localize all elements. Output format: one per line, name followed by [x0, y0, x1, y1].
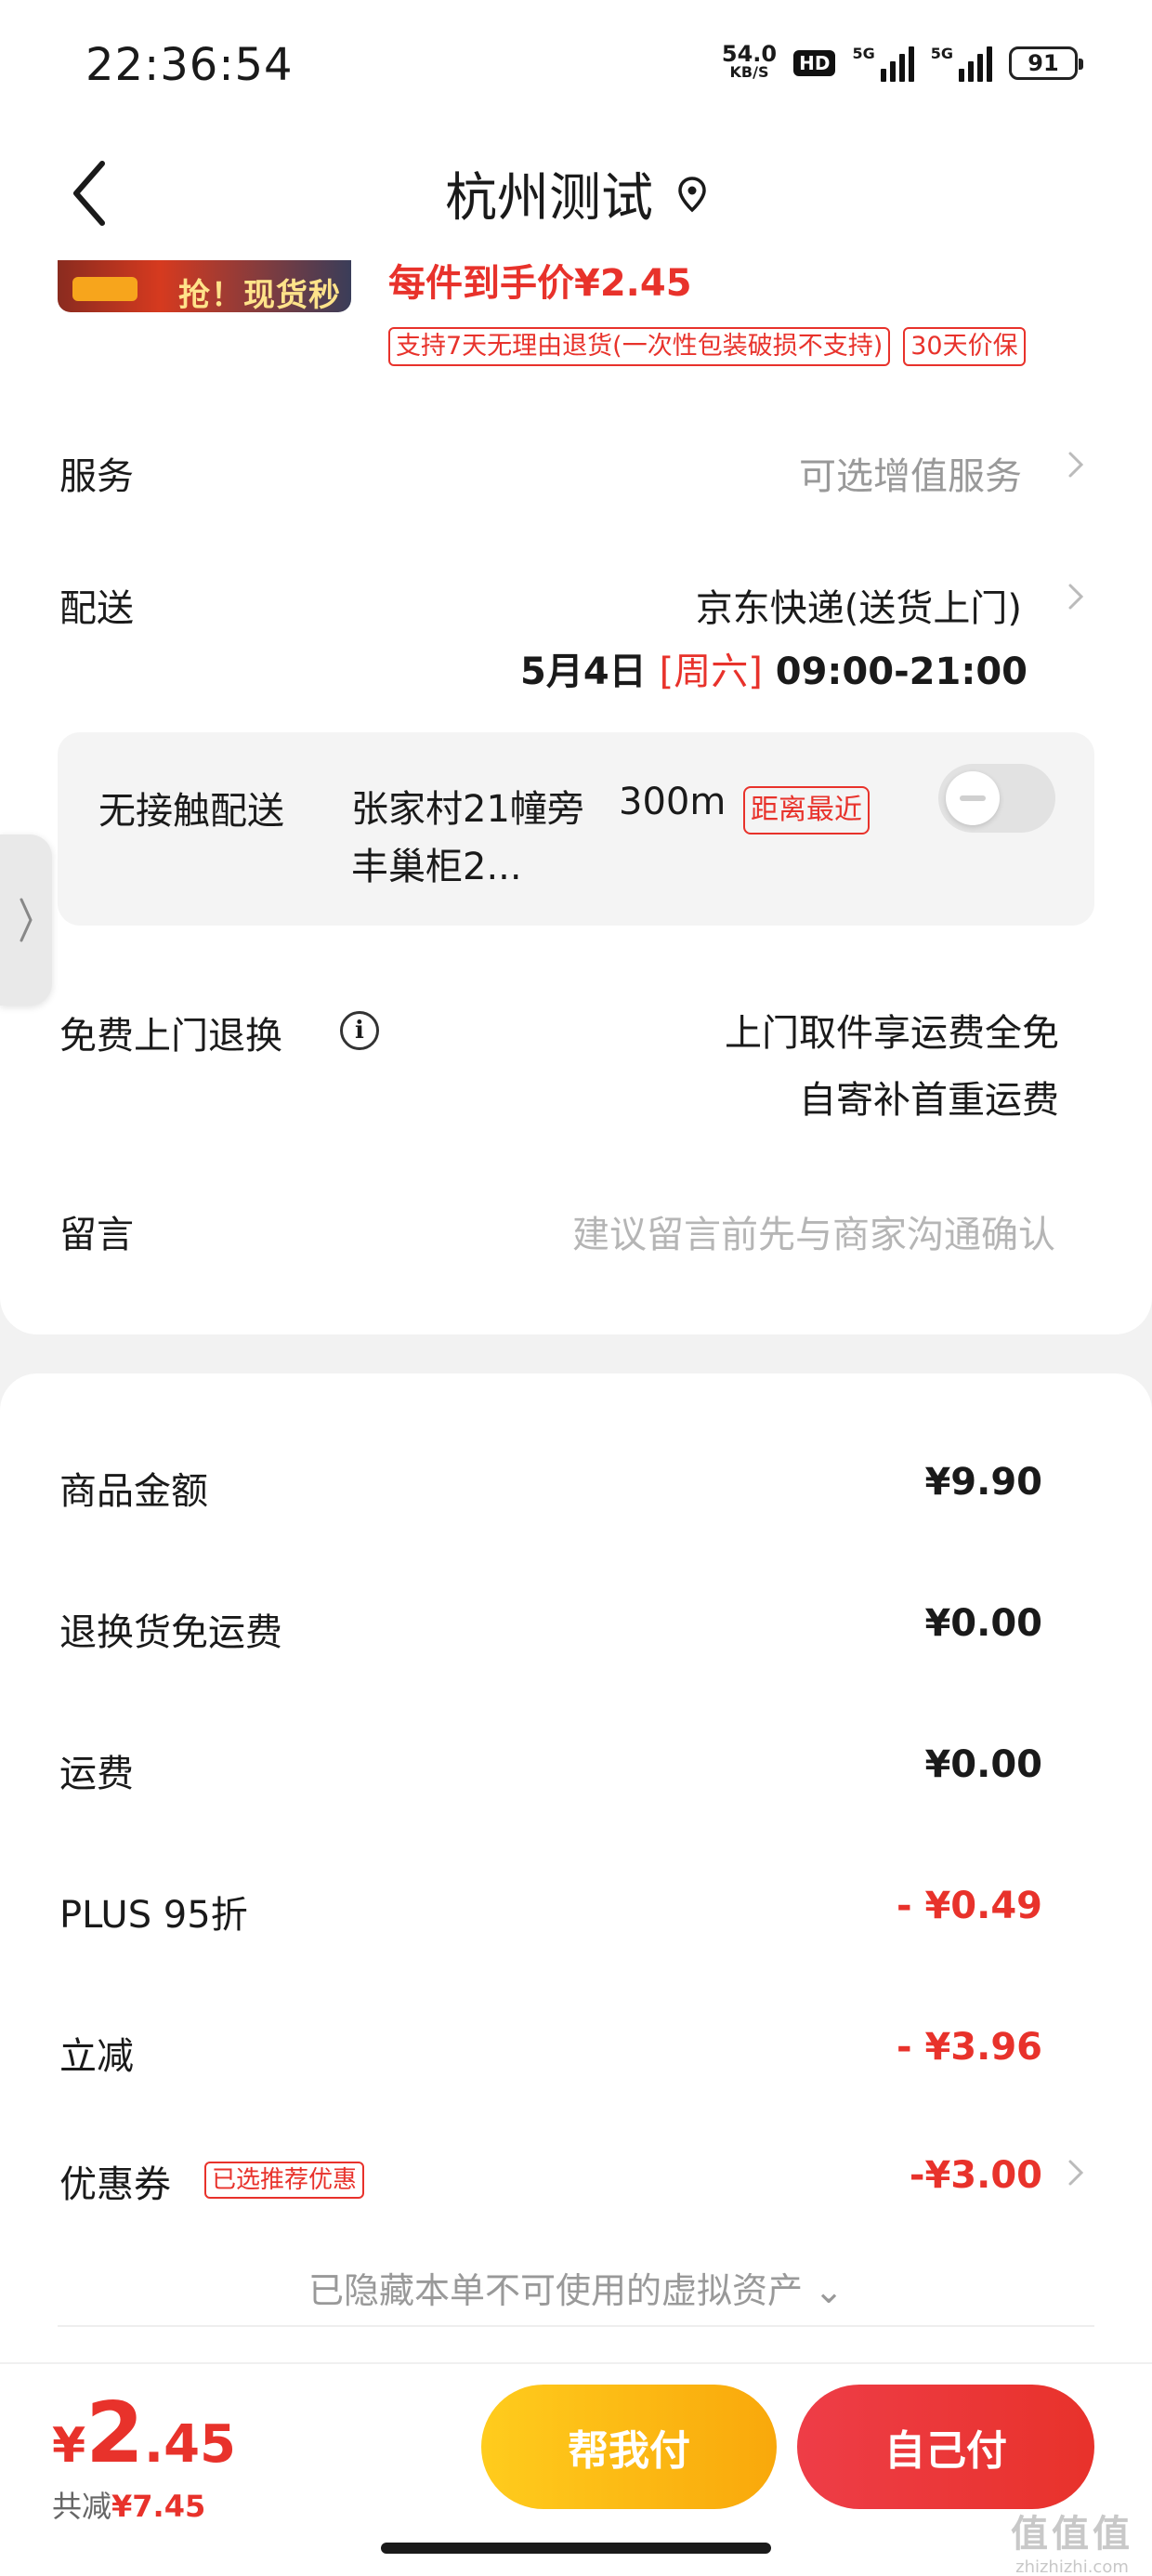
signal-label-2: 5G	[930, 45, 953, 62]
contactless-toggle[interactable]	[938, 764, 1055, 833]
watermark-logo: 值值值	[1011, 2513, 1133, 2556]
cost-row-return-shipping: 退换货免运费 ¥0.00	[0, 1602, 1152, 1658]
plus-discount-value: - ¥0.49	[896, 1885, 1042, 1927]
message-input[interactable]: 建议留言前先与商家沟通确认	[572, 1204, 1055, 1258]
cost-row-instant: 立减 - ¥3.96	[0, 2026, 1152, 2082]
service-value[interactable]: 可选增值服务	[799, 446, 1022, 500]
location-pin-icon[interactable]	[677, 176, 707, 213]
coupon-label: 优惠券	[59, 2163, 171, 2206]
return-shipping-value: ¥0.00	[924, 1602, 1042, 1645]
thumb-badge	[72, 277, 137, 301]
product-thumbnail[interactable]: 抢！现货秒发	[58, 260, 351, 312]
goods-amount-value: ¥9.90	[924, 1461, 1042, 1504]
chevron-right-icon[interactable]	[1065, 578, 1087, 615]
cost-row-coupon[interactable]: 优惠券 已选推荐优惠 -¥3.00	[0, 2154, 1152, 2210]
page-title-text: 杭州测试	[445, 168, 653, 229]
delivery-weekday: [周六]	[659, 651, 763, 693]
thumb-text: 抢！现货秒发	[178, 277, 341, 312]
net-speed: 54.0 KB/S	[721, 41, 778, 82]
price-protect-tag: 30天价保	[903, 327, 1026, 366]
return-shipping-label: 退换货免运费	[59, 1611, 282, 1654]
total-decimal: .45	[143, 2414, 237, 2475]
signal-icon-1: 5G	[852, 45, 914, 82]
total-integer: 2	[85, 2385, 144, 2482]
instant-discount-label: 立减	[59, 2035, 134, 2078]
delivery-label: 配送	[59, 587, 134, 630]
net-speed-unit: KB/S	[729, 63, 769, 81]
coupon-value: -¥3.00	[909, 2154, 1042, 2197]
contactless-label: 无接触配送	[98, 790, 284, 833]
side-expand-tab[interactable]	[0, 835, 52, 1005]
locker-distance: 300m	[619, 781, 727, 823]
nearest-badge: 距离最近	[743, 786, 870, 835]
divider	[58, 2325, 1094, 2327]
shipping-value: ¥0.00	[924, 1743, 1042, 1786]
return-policy-tag: 支持7天无理由退货(一次性包装破损不支持)	[388, 327, 891, 366]
return-line-1: 上门取件享运费全免	[725, 1012, 1059, 1055]
order-detail-card: 抢！现货秒发 每件到手价¥2.45 支持7天无理由退货(一次性包装破损不支持) …	[0, 260, 1152, 1334]
return-line-2: 自寄补首重运费	[799, 1079, 1059, 1122]
return-service-label: 免费上门退换	[59, 1015, 282, 1058]
battery-icon: 91	[1009, 46, 1083, 80]
delivery-time-window: 09:00-21:00	[775, 651, 1028, 693]
contactless-delivery-box: 无接触配送 张家村21幢旁丰巢柜2... 300m 距离最近	[58, 732, 1094, 926]
hidden-assets-toggle[interactable]: 已隐藏本单不可使用的虚拟资产 ⌄	[0, 2262, 1152, 2313]
unit-price: 每件到手价¥2.45	[388, 262, 692, 305]
pay-myself-button[interactable]: 自己付	[797, 2385, 1094, 2509]
status-time: 22:36:54	[85, 39, 294, 91]
shipping-label: 运费	[59, 1753, 134, 1795]
watermark-url: zhizhizhi.com	[1015, 2557, 1129, 2576]
goods-amount-label: 商品金额	[59, 1470, 208, 1513]
cost-row-shipping: 运费 ¥0.00	[0, 1743, 1152, 1799]
return-service-desc: 上门取件享运费全免 自寄补首重运费	[725, 1000, 1059, 1134]
delivery-method[interactable]: 京东快递(送货上门)	[696, 578, 1022, 632]
delivery-date[interactable]: 5月4日 [周六] 09:00-21:00	[520, 641, 1028, 695]
locker-address: 张家村21幢旁丰巢柜2...	[351, 788, 584, 888]
help-me-pay-button[interactable]: 帮我付	[481, 2385, 777, 2509]
status-bar: 22:36:54 54.0 KB/S HD 5G 5G 91	[0, 0, 1152, 139]
bottom-action-bar: ¥ 2 .45 共减¥7.45 帮我付 自己付 值值值 zhizhizhi.co…	[0, 2362, 1152, 2576]
saved-label: 共减	[52, 2489, 112, 2524]
cost-row-goods: 商品金额 ¥9.90	[0, 1461, 1152, 1517]
product-tags: 支持7天无理由退货(一次性包装破损不支持) 30天价保	[388, 327, 1026, 366]
hd-icon: HD	[793, 50, 836, 76]
cost-summary-card: 商品金额 ¥9.90 退换货免运费 ¥0.00 运费 ¥0.00 PLUS 95…	[0, 1373, 1152, 2362]
message-label: 留言	[59, 1214, 134, 1256]
net-speed-value: 54.0	[721, 41, 778, 67]
total-price: ¥ 2 .45	[52, 2392, 236, 2476]
chevron-right-icon[interactable]	[1065, 2154, 1087, 2191]
signal-label-1: 5G	[852, 45, 875, 62]
toggle-knob	[946, 771, 1000, 825]
home-indicator[interactable]	[381, 2543, 771, 2554]
currency-symbol: ¥	[52, 2418, 86, 2474]
page-title: 杭州测试	[0, 156, 1152, 231]
battery-level: 91	[1028, 50, 1059, 76]
total-saved: 共减¥7.45	[52, 2483, 205, 2526]
site-watermark: 值值值 zhizhizhi.com	[1011, 2504, 1133, 2576]
cost-row-plus: PLUS 95折 - ¥0.49	[0, 1885, 1152, 1940]
plus-discount-label: PLUS 95折	[59, 1894, 248, 1937]
chevron-right-icon	[20, 898, 33, 942]
saved-value: ¥7.45	[111, 2489, 206, 2524]
signal-icon-2: 5G	[931, 45, 992, 82]
info-icon[interactable]: i	[340, 1011, 379, 1050]
service-label: 服务	[59, 455, 134, 498]
coupon-recommended-tag: 已选推荐优惠	[204, 2162, 365, 2199]
nav-bar: 杭州测试	[0, 139, 1152, 260]
chevron-right-icon[interactable]	[1065, 446, 1087, 483]
status-icons: 54.0 KB/S HD 5G 5G 91	[721, 41, 1083, 82]
delivery-day: 5月4日	[519, 651, 647, 693]
instant-discount-value: - ¥3.96	[896, 2026, 1042, 2069]
